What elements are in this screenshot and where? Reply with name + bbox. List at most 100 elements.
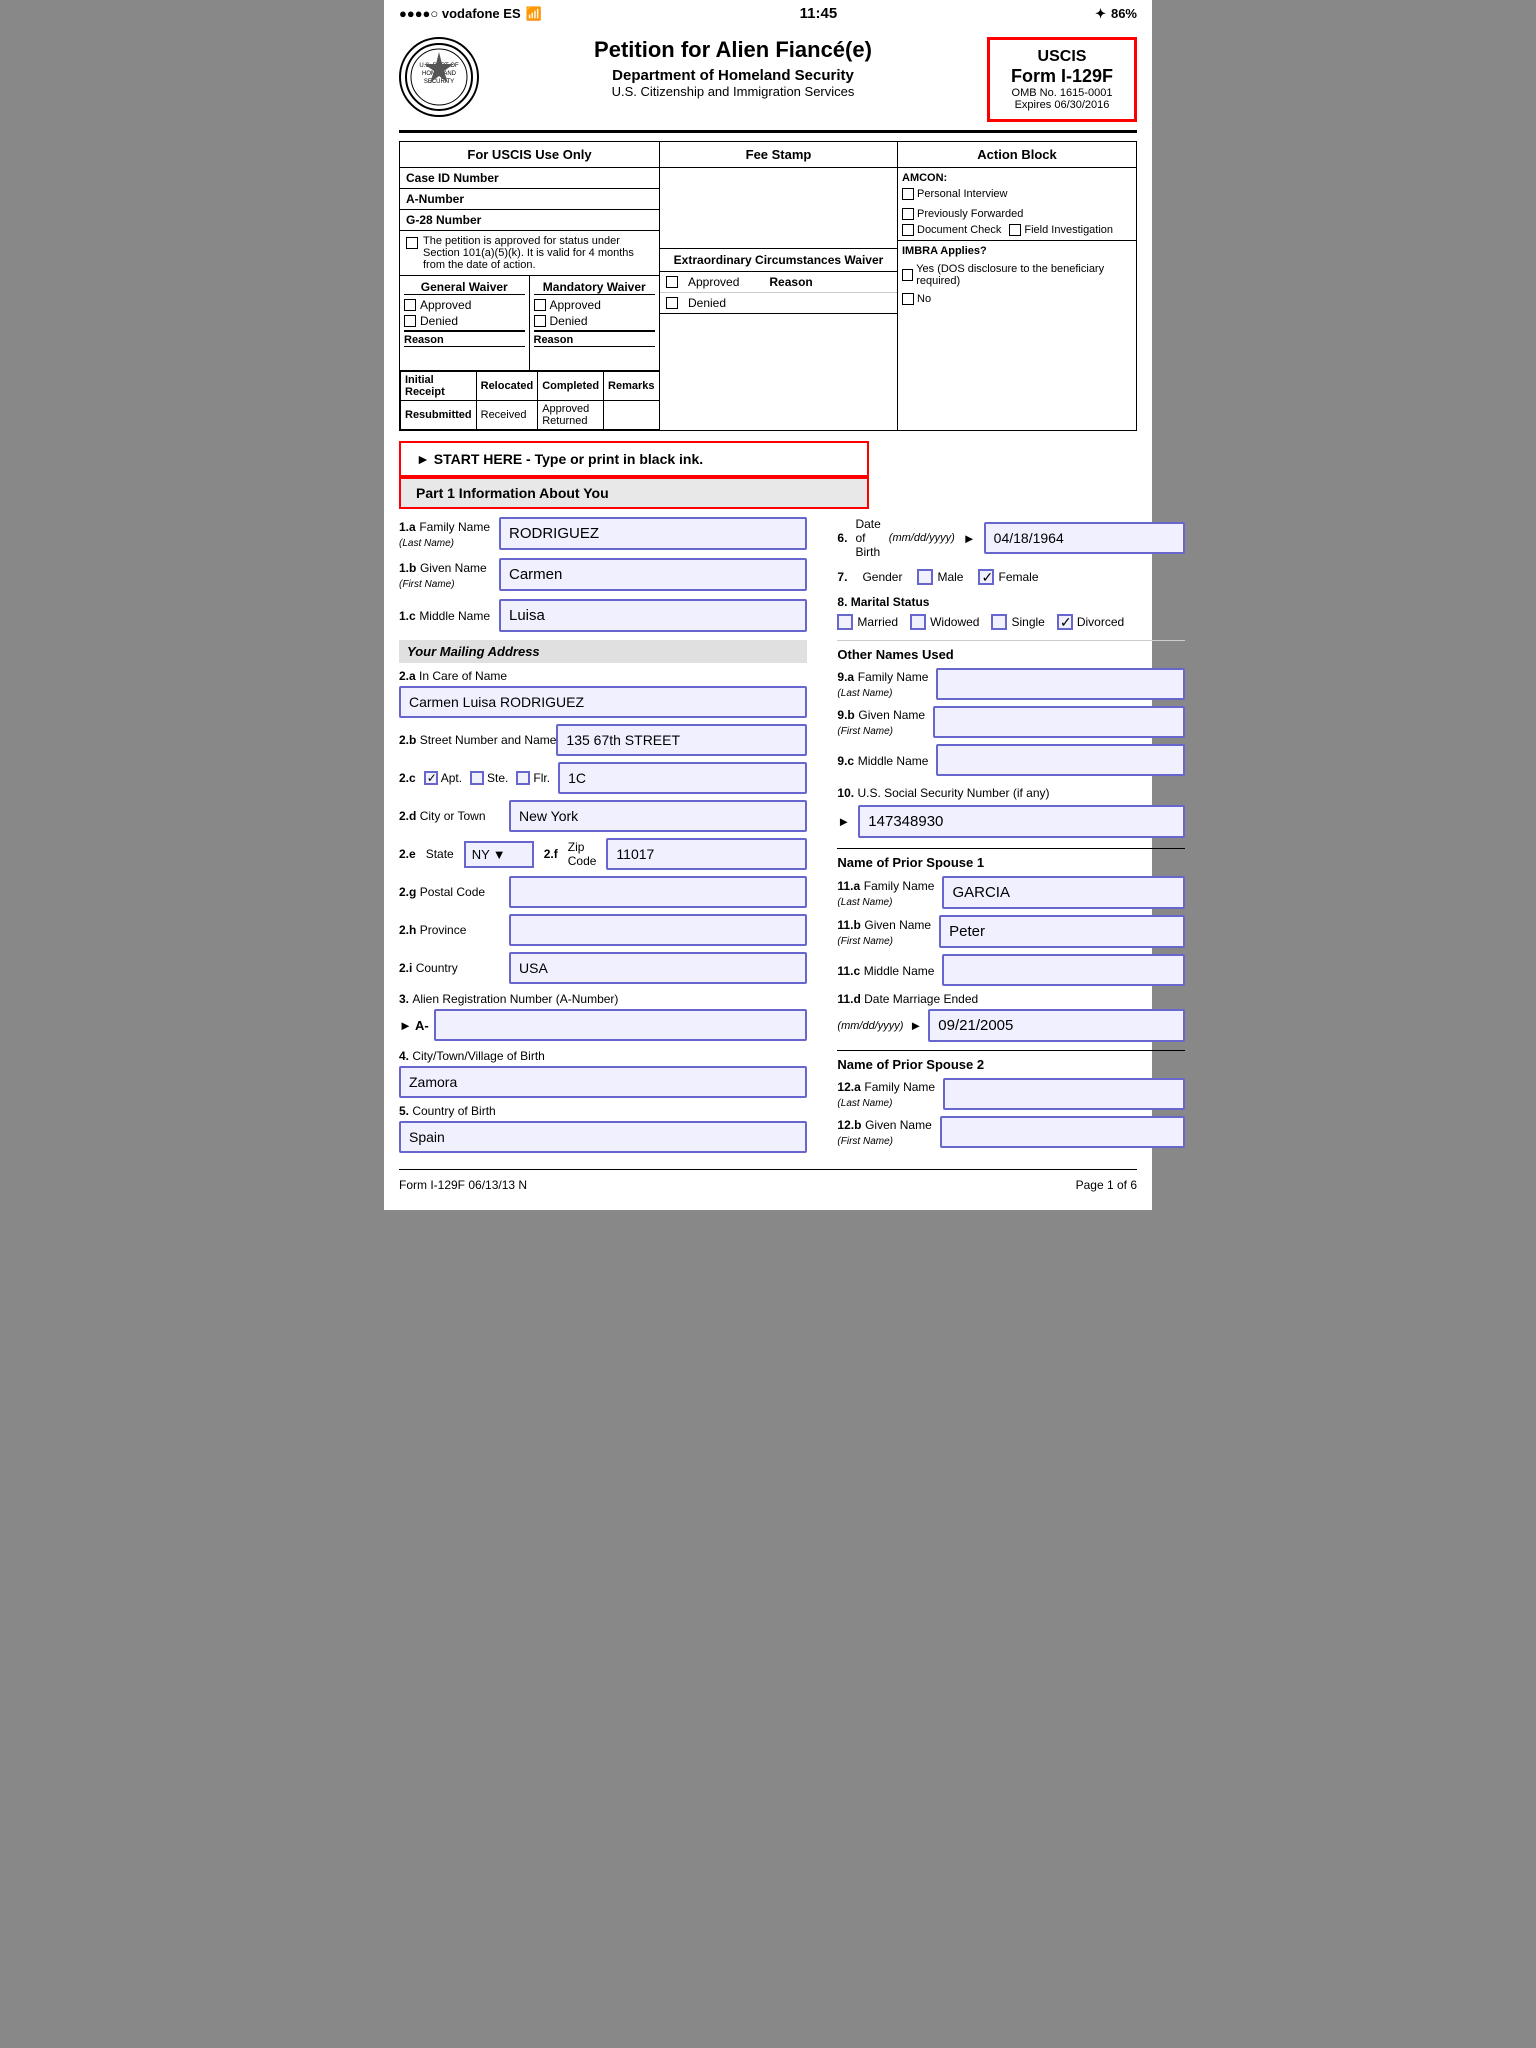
field-9c-input[interactable] bbox=[936, 744, 1184, 776]
admin-section: For USCIS Use Only Fee Stamp Action Bloc… bbox=[399, 141, 1137, 431]
field-3-input-row: ► A- bbox=[399, 1009, 807, 1041]
field-11d-label: 11.d Date Marriage Ended bbox=[837, 992, 1184, 1006]
field-1b-row: 1.b Given Name (First Name) bbox=[399, 558, 807, 591]
field-9b-num: 9.b bbox=[837, 708, 854, 722]
field-2c-input[interactable] bbox=[558, 762, 807, 794]
field-9b-input[interactable] bbox=[933, 706, 1185, 738]
field-1a-main: Family Name bbox=[419, 520, 490, 534]
field-1c-input[interactable] bbox=[499, 599, 807, 632]
field-investigation-label: Field Investigation bbox=[1024, 224, 1113, 236]
field-11d-input[interactable] bbox=[928, 1009, 1184, 1042]
field-3-prefix: ► A- bbox=[399, 1018, 429, 1033]
field-11b-input[interactable] bbox=[939, 915, 1185, 948]
ext-circ-section: Extraordinary Circumstances Waiver Appro… bbox=[660, 248, 897, 338]
mand-approved-cb[interactable] bbox=[534, 299, 546, 311]
field-5-input[interactable] bbox=[399, 1121, 807, 1153]
field-4-input[interactable] bbox=[399, 1066, 807, 1098]
field-11c-label: 11.c Middle Name bbox=[837, 963, 934, 978]
waiver-section: General Waiver Approved Denied Reason bbox=[400, 275, 659, 370]
ste-cb[interactable] bbox=[470, 771, 484, 785]
personal-interview-label: Personal Interview bbox=[917, 188, 1008, 200]
field-1a-input[interactable] bbox=[499, 517, 807, 550]
field-1b-main: Given Name bbox=[420, 561, 487, 575]
apt-cb[interactable]: ✓ bbox=[424, 771, 438, 785]
field-12b-input[interactable] bbox=[940, 1116, 1185, 1148]
completed-label: Completed bbox=[538, 372, 604, 401]
remarks-label: Remarks bbox=[604, 372, 659, 401]
imbra-label: IMBRA Applies? bbox=[902, 245, 987, 257]
field-11c-input[interactable] bbox=[942, 954, 1184, 986]
ext-approved-cb[interactable] bbox=[666, 276, 678, 288]
male-cb[interactable] bbox=[917, 569, 933, 585]
field-2i-label: 2.i Country bbox=[399, 961, 509, 975]
married-cb[interactable] bbox=[837, 614, 853, 630]
field-2h-input[interactable] bbox=[509, 914, 807, 946]
field-investigation-cb[interactable] bbox=[1009, 224, 1021, 236]
field-6-format: (mm/dd/yyyy) bbox=[889, 532, 955, 544]
previously-forwarded-cb[interactable] bbox=[902, 208, 914, 220]
field-8-label: 8. Marital Status bbox=[837, 595, 1184, 609]
widowed-cb[interactable] bbox=[910, 614, 926, 630]
field-10-input[interactable] bbox=[858, 805, 1184, 838]
petition-checkbox[interactable] bbox=[406, 237, 418, 249]
field-2i-input[interactable] bbox=[509, 952, 807, 984]
mand-denied-cb[interactable] bbox=[534, 315, 546, 327]
fee-stamp-header: Fee Stamp bbox=[660, 142, 898, 167]
single-cb[interactable] bbox=[991, 614, 1007, 630]
mandatory-waiver-col: Mandatory Waiver Approved Denied Reason bbox=[530, 276, 660, 370]
personal-interview-item: Personal Interview bbox=[902, 188, 1008, 200]
field-2h-main: Province bbox=[420, 923, 467, 937]
gen-denied-label: Denied bbox=[420, 314, 458, 328]
doc-check-cb[interactable] bbox=[902, 224, 914, 236]
field-2d-main: City or Town bbox=[420, 809, 486, 823]
field-11d-input-row: (mm/dd/yyyy) ► bbox=[837, 1009, 1184, 1042]
field-11b-row: 11.b Given Name (First Name) bbox=[837, 915, 1184, 948]
mailing-address-header: Your Mailing Address bbox=[399, 640, 807, 663]
field-1a-row: 1.a Family Name (Last Name) bbox=[399, 517, 807, 550]
flr-cb[interactable] bbox=[516, 771, 530, 785]
ext-denied-label: Denied bbox=[688, 296, 726, 310]
doc-check-item: Document Check bbox=[902, 224, 1001, 236]
female-cb[interactable]: ✓ bbox=[978, 569, 994, 585]
state-select[interactable]: NY ▼ bbox=[464, 841, 534, 868]
remarks-value bbox=[604, 401, 659, 430]
form-header: U.S. DEPT OF HOMELAND SECURITY Petition … bbox=[399, 37, 1137, 133]
married-option: Married bbox=[837, 614, 898, 630]
gen-approved-cb[interactable] bbox=[404, 299, 416, 311]
imbra-yes-cb[interactable] bbox=[902, 269, 913, 281]
status-right: ✦ 86% bbox=[1095, 6, 1137, 22]
imbra-no-cb[interactable] bbox=[902, 293, 914, 305]
carrier: ●●●●○ vodafone ES bbox=[399, 6, 521, 21]
uscis-label: USCIS bbox=[1002, 48, 1122, 66]
field-11c-main: Middle Name bbox=[864, 964, 935, 978]
field-2a-input[interactable] bbox=[399, 686, 807, 718]
approved-label: Approved Returned bbox=[538, 401, 604, 430]
field-2i-main: Country bbox=[416, 961, 458, 975]
field-2f-input[interactable] bbox=[606, 838, 807, 870]
field-1b-input[interactable] bbox=[499, 558, 807, 591]
ext-approved-label: Approved bbox=[688, 275, 739, 289]
field-1c-row: 1.c Middle Name bbox=[399, 599, 807, 632]
personal-interview-cb[interactable] bbox=[902, 188, 914, 200]
field-6-num: 6. bbox=[837, 531, 847, 545]
middle-admin-col: Extraordinary Circumstances Waiver Appro… bbox=[660, 168, 898, 430]
field-2d-input[interactable] bbox=[509, 800, 807, 832]
field-10-arrow: ► bbox=[837, 814, 850, 829]
ext-denied-cb[interactable] bbox=[666, 297, 678, 309]
field-11a-input[interactable] bbox=[942, 876, 1184, 909]
field-3-input[interactable] bbox=[434, 1009, 808, 1041]
divorced-cb[interactable]: ✓ bbox=[1057, 614, 1073, 630]
field-2b-input[interactable] bbox=[556, 724, 807, 756]
imbra-yes-label: Yes (DOS disclosure to the beneficiary r… bbox=[916, 263, 1132, 287]
a-number-label: A-Number bbox=[400, 189, 659, 210]
field-6-input[interactable] bbox=[984, 522, 1185, 554]
field-9a-input[interactable] bbox=[936, 668, 1184, 700]
gen-denied-cb[interactable] bbox=[404, 315, 416, 327]
mand-denied-row: Denied bbox=[534, 314, 656, 331]
right-form-col: 6. Date of Birth (mm/dd/yyyy) ► 7. Gende… bbox=[822, 517, 1184, 1159]
field-2g-input[interactable] bbox=[509, 876, 807, 908]
field-6-row: 6. Date of Birth (mm/dd/yyyy) ► bbox=[837, 517, 1184, 559]
field-12a-input[interactable] bbox=[943, 1078, 1185, 1110]
field-3-row: 3. Alien Registration Number (A-Number) … bbox=[399, 992, 807, 1041]
admin-header-row: For USCIS Use Only Fee Stamp Action Bloc… bbox=[400, 142, 1136, 168]
